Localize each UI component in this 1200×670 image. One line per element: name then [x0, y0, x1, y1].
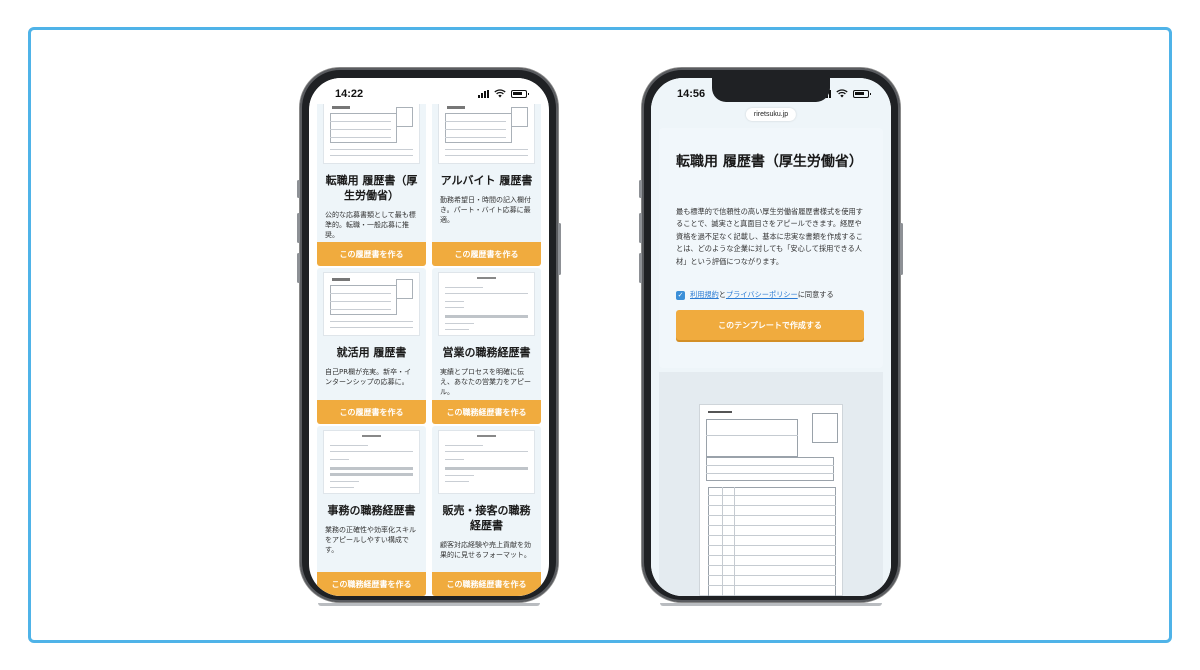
screenshot-frame	[28, 27, 1172, 643]
volume-down-button	[639, 253, 642, 283]
agree-checkbox[interactable]: ✓	[676, 290, 685, 300]
resume-thumbnail	[438, 100, 535, 164]
cv-thumbnail	[438, 430, 535, 494]
left-phone: 14:22 転職用 履歴書（厚生労働省） 公的な応募書類として最も標準的。転職・…	[297, 68, 561, 606]
card-description: 自己PR欄が充実。新卒・インターンシップの応募に。	[325, 367, 412, 386]
create-resume-button[interactable]: この履歴書を作る	[317, 400, 426, 424]
template-card[interactable]: 営業の職務経歴書 実績とプロセスを明確に伝え、あなたの営業力をアピール。 この職…	[432, 268, 541, 424]
volume-down-button	[297, 253, 300, 283]
right-screen: 14:56 riretsuku.jp 転職用 履歴書（厚生労働省） 最も標準的で…	[651, 78, 891, 596]
agreement-text: 利用規約とプライバシーポリシーに同意する	[690, 290, 834, 300]
clock: 14:56	[677, 88, 706, 100]
resume-thumbnail	[323, 100, 420, 164]
cv-thumbnail	[438, 272, 535, 336]
card-description: 顧客対応経験や売上貢献を効果的に見せるフォーマット。	[440, 540, 531, 559]
wifi-icon	[836, 89, 848, 98]
card-title: アルバイト 履歴書	[440, 174, 533, 187]
agreement-row: ✓ 利用規約とプライバシーポリシーに同意する	[676, 290, 834, 300]
create-resume-button[interactable]: この履歴書を作る	[432, 242, 541, 266]
card-title: 就活用 履歴書	[336, 346, 407, 359]
template-card[interactable]: 販売・接客の職務経歴書 顧客対応経験や売上貢献を効果的に見せるフォーマット。 こ…	[432, 426, 541, 596]
volume-up-button	[639, 213, 642, 243]
dynamic-island	[712, 78, 830, 102]
resume-preview-image	[699, 404, 843, 596]
template-card[interactable]: 就活用 履歴書 自己PR欄が充実。新卒・インターンシップの応募に。 この履歴書を…	[317, 268, 426, 424]
card-description: 実績とプロセスを明確に伝え、あなたの営業力をアピール。	[440, 367, 531, 397]
template-grid: 転職用 履歴書（厚生労働省） 公的な応募書類として最も標準的。転職・一般応募に推…	[317, 96, 541, 596]
card-title: 営業の職務経歴書	[442, 346, 531, 359]
template-description: 最も標準的で信頼性の高い厚生労働省履歴書様式を使用することで、誠実さと真面目さを…	[676, 207, 863, 266]
card-title: 事務の職務経歴書	[327, 504, 416, 517]
template-card[interactable]: 転職用 履歴書（厚生労働省） 公的な応募書類として最も標準的。転職・一般応募に推…	[317, 96, 426, 266]
volume-up-button	[297, 213, 300, 243]
create-resume-button[interactable]: この履歴書を作る	[317, 242, 426, 266]
power-button	[558, 223, 561, 275]
create-cv-button[interactable]: この職務経歴書を作る	[432, 572, 541, 596]
terms-link[interactable]: 利用規約	[690, 290, 719, 299]
right-phone: 14:56 riretsuku.jp 転職用 履歴書（厚生労働省） 最も標準的で…	[639, 68, 903, 606]
url-bar[interactable]: riretsuku.jp	[745, 108, 797, 121]
mute-switch	[639, 180, 642, 198]
card-description: 公的な応募書類として最も標準的。転職・一般応募に推奨。	[325, 210, 416, 239]
card-description: 業務の正確性や効率化スキルをアピールしやすい構成です。	[325, 525, 416, 555]
create-with-template-button[interactable]: このテンプレートで作成する	[676, 310, 864, 340]
cellular-signal-icon	[478, 89, 489, 98]
template-card[interactable]: 事務の職務経歴書 業務の正確性や効率化スキルをアピールしやすい構成です。 この職…	[317, 426, 426, 596]
privacy-policy-link[interactable]: プライバシーポリシー	[726, 290, 798, 299]
agreement-suffix: に同意する	[797, 290, 834, 299]
cv-thumbnail	[323, 430, 420, 494]
template-card[interactable]: アルバイト 履歴書 勤務希望日・時間の記入欄付き。パート・バイト応募に最適。 こ…	[432, 96, 541, 266]
wifi-icon	[494, 89, 506, 98]
agreement-and: と	[718, 290, 726, 299]
status-icons	[478, 89, 529, 98]
create-cv-button[interactable]: この職務経歴書を作る	[432, 400, 541, 424]
battery-icon	[511, 89, 529, 98]
clock: 14:22	[335, 88, 364, 100]
card-title: 販売・接客の職務経歴書	[442, 504, 531, 532]
card-title: 転職用 履歴書（厚生労働省）	[325, 174, 418, 202]
page-title: 転職用 履歴書（厚生労働省）	[676, 154, 863, 170]
card-description: 勤務希望日・時間の記入欄付き。パート・バイト応募に最適。	[440, 195, 531, 225]
status-bar: 14:22	[309, 78, 549, 104]
resume-thumbnail	[323, 272, 420, 336]
battery-icon	[853, 89, 871, 98]
left-screen: 14:22 転職用 履歴書（厚生労働省） 公的な応募書類として最も標準的。転職・…	[309, 78, 549, 596]
power-button	[900, 223, 903, 275]
mute-switch	[297, 180, 300, 198]
create-cv-button[interactable]: この職務経歴書を作る	[317, 572, 426, 596]
